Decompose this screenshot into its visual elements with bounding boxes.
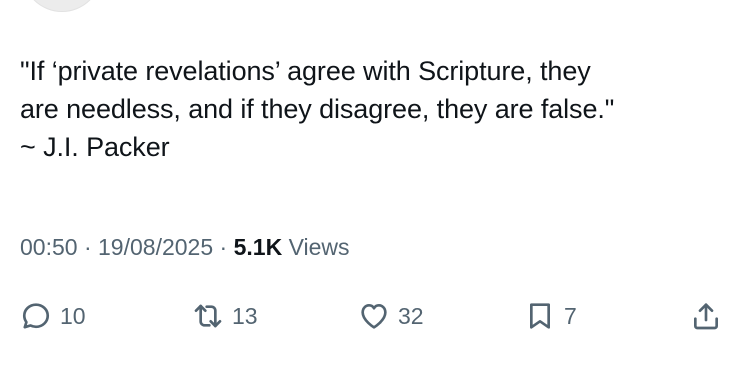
tweet-text-line: ~ J.I. Packer <box>20 132 170 162</box>
repost-button[interactable]: 13 <box>192 292 258 340</box>
share-button[interactable] <box>690 292 722 340</box>
bookmark-icon <box>524 300 556 332</box>
bookmark-count: 7 <box>564 302 577 329</box>
like-button[interactable]: 32 <box>358 292 424 340</box>
views-count: 5.1K <box>233 234 283 260</box>
views-label: Views <box>282 234 350 260</box>
action-bar: 10 13 32 7 <box>0 292 750 340</box>
reply-icon <box>20 300 52 332</box>
avatar[interactable] <box>22 0 102 12</box>
share-icon <box>690 300 722 332</box>
like-count: 32 <box>398 302 424 329</box>
reply-button[interactable]: 10 <box>20 292 86 340</box>
tweet-text: "If ‘private revelations’ agree with Scr… <box>20 52 732 166</box>
repost-count: 13 <box>232 302 258 329</box>
tweet-text-line: are needless, and if they disagree, they… <box>20 94 615 124</box>
meta-separator: · <box>77 234 99 260</box>
tweet-meta: 00:50 · 19/08/2025 · 5.1K Views <box>20 230 350 264</box>
bookmark-button[interactable]: 7 <box>524 292 577 340</box>
meta-separator: · <box>213 234 234 260</box>
heart-icon <box>358 300 390 332</box>
tweet-time[interactable]: 00:50 <box>20 234 78 260</box>
tweet-date[interactable]: 19/08/2025 <box>98 234 213 260</box>
repost-icon <box>192 300 224 332</box>
tweet-text-line: "If ‘private revelations’ agree with Scr… <box>20 56 591 86</box>
reply-count: 10 <box>60 302 86 329</box>
tweet: "If ‘private revelations’ agree with Scr… <box>0 0 750 369</box>
